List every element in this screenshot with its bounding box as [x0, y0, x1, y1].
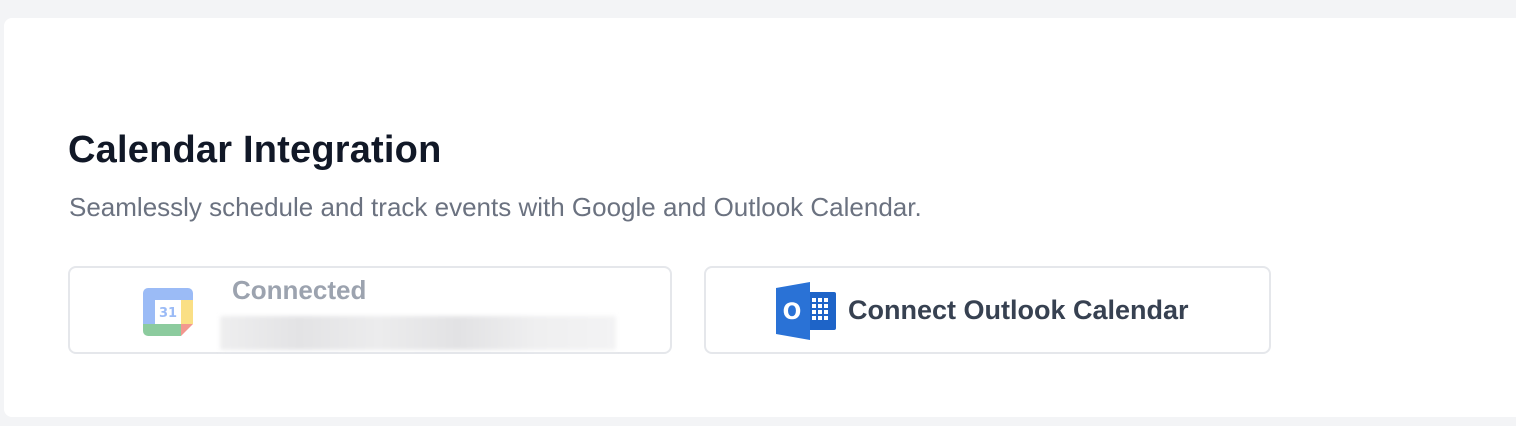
connect-outlook-label: Connect Outlook Calendar [848, 295, 1189, 325]
connect-outlook-button[interactable]: O Connect Outlook Calendar [704, 266, 1271, 354]
google-calendar-day: 31 [159, 306, 177, 321]
connected-account-redacted [220, 316, 616, 350]
outlook-icon-letter: O [783, 300, 802, 325]
outlook-icon: O [776, 282, 836, 340]
google-calendar-icon: 31 [143, 288, 193, 336]
section-title: Calendar Integration [68, 129, 442, 171]
section-subtitle: Seamlessly schedule and track events wit… [69, 192, 922, 222]
google-calendar-connected-card[interactable]: 31 Connected [68, 266, 672, 354]
connected-status: Connected [232, 275, 367, 305]
